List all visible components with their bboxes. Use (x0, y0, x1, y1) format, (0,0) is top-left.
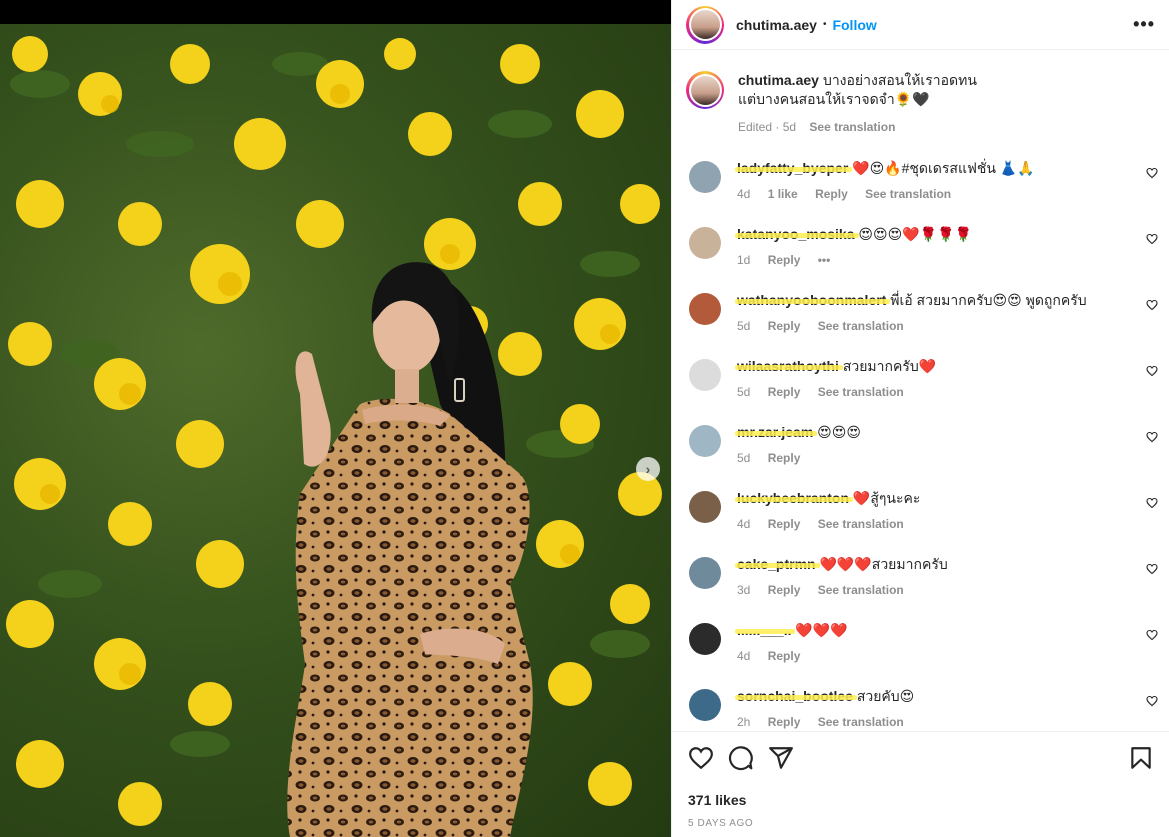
commenter-username[interactable]: ladyfatty_byeper (737, 160, 848, 176)
comment-see-translation[interactable]: See translation (818, 319, 904, 333)
comment-item: cake_ptrmn ❤️❤️❤️สวยมากครับ 3d Reply See… (672, 555, 1169, 621)
caption-text-line-2: แต่บางคนสอนให้เราจดจำ🌻🖤 (738, 91, 930, 107)
caption-username[interactable]: chutima.aey (738, 72, 819, 88)
commenter-avatar[interactable] (689, 227, 721, 259)
comment-time: 3d (737, 583, 751, 597)
comment-time: 4d (737, 649, 751, 663)
comment-text: ❤️❤️❤️สวยมากครับ (819, 556, 948, 572)
commenter-username[interactable]: wilaasrathoythi (737, 358, 839, 374)
comment-item: luckybeebranton ❤️สู้ๆนะคะ 4d Reply See … (672, 489, 1169, 555)
post-timestamp: 5 DAYS AGO (688, 818, 754, 829)
caption-avatar[interactable] (686, 71, 724, 109)
comment-item: katanyoo_mosika 😍😍😍❤️🌹🌹🌹 1d Reply ••• (672, 225, 1169, 291)
comment-list: ladyfatty_byeper ❤️😍🔥#ชุดเดรสแฟชั่น 👗🙏 4… (672, 159, 1169, 731)
comment-see-translation[interactable]: See translation (818, 715, 904, 729)
follow-button[interactable]: Follow (832, 17, 876, 33)
share-icon[interactable] (768, 745, 794, 771)
comment-text: ❤️😍🔥#ชุดเดรสแฟชั่น 👗🙏 (852, 160, 1035, 176)
comment-time: 5d (737, 385, 751, 399)
comment-time: 5d (737, 319, 751, 333)
bookmark-icon[interactable] (1128, 745, 1154, 771)
author-avatar[interactable] (686, 5, 724, 44)
comment-time: 5d (737, 451, 751, 465)
comment-see-translation[interactable]: See translation (865, 187, 951, 201)
comment-item: ladyfatty_byeper ❤️😍🔥#ชุดเดรสแฟชั่น 👗🙏 4… (672, 159, 1169, 225)
commenter-avatar[interactable] (689, 689, 721, 721)
commenter-avatar[interactable] (689, 557, 721, 589)
comment-time: 4d (737, 517, 751, 531)
reply-button[interactable]: Reply (768, 583, 801, 597)
commenter-avatar[interactable] (689, 161, 721, 193)
comment-item: ......___.. ❤️❤️❤️ 4d Reply (672, 621, 1169, 687)
comment-text: 😍😍😍 (817, 424, 861, 440)
reply-button[interactable]: Reply (768, 385, 801, 399)
comments-scroll-area[interactable]: chutima.aey บางอย่างสอนให้เราอดทน แต่บางค… (672, 51, 1169, 731)
reply-button[interactable]: Reply (768, 517, 801, 531)
heart-icon[interactable] (688, 745, 714, 771)
reply-button[interactable]: Reply (768, 319, 801, 333)
commenter-avatar[interactable] (689, 293, 721, 325)
post-photo[interactable]: › (0, 24, 671, 837)
chevron-right-icon: › (645, 461, 651, 477)
comment-text: 😍😍😍❤️🌹🌹🌹 (858, 226, 972, 242)
comment-icon[interactable] (728, 745, 754, 771)
more-horizontal-icon[interactable]: ••• (1133, 14, 1155, 35)
comment-text: ❤️❤️❤️ (795, 622, 848, 638)
reply-button[interactable]: Reply (768, 253, 801, 267)
comment-likes[interactable]: 1 like (768, 187, 798, 201)
caption-edited-time: Edited · 5d (738, 120, 797, 134)
comment-text: สวยมากครับ❤️ (842, 358, 937, 374)
post-header: chutima.aey • Follow ••• (672, 0, 1169, 50)
comment-item: sornchai_bootlee สวยคับ😍 2h Reply See tr… (672, 687, 1169, 731)
comment-like-heart-icon[interactable] (1146, 167, 1158, 179)
commenter-username[interactable]: ......___.. (737, 622, 791, 638)
caption-see-translation[interactable]: See translation (809, 120, 895, 134)
photo-illustration (6, 36, 662, 837)
separator-dot: • (822, 19, 827, 30)
comment-see-translation[interactable]: See translation (818, 517, 904, 531)
caption-text-line-1: บางอย่างสอนให้เราอดทน (822, 72, 977, 88)
comment-text: ❤️สู้ๆนะคะ (852, 490, 921, 506)
commenter-username[interactable]: mr.zar.jeam (737, 424, 813, 440)
comment-like-heart-icon[interactable] (1146, 365, 1158, 377)
comment-see-translation[interactable]: See translation (818, 385, 904, 399)
reply-button[interactable]: Reply (815, 187, 848, 201)
commenter-username[interactable]: luckybeebranton (737, 490, 849, 506)
commenter-avatar[interactable] (689, 425, 721, 457)
commenter-username[interactable]: cake_ptrmn (737, 556, 816, 572)
comment-like-heart-icon[interactable] (1146, 629, 1158, 641)
commenter-username[interactable]: katanyoo_mosika (737, 226, 855, 242)
comment-text: พี่เอ้ สวยมากครับ😍😍 พูดถูกครับ (890, 292, 1087, 308)
comment-like-heart-icon[interactable] (1146, 563, 1158, 575)
post-caption: chutima.aey บางอย่างสอนให้เราอดทน แต่บางค… (672, 51, 1169, 159)
author-username[interactable]: chutima.aey (736, 17, 817, 33)
comment-like-heart-icon[interactable] (1146, 299, 1158, 311)
post-actions: 371 likes 5 DAYS AGO (672, 731, 1169, 829)
comment-like-heart-icon[interactable] (1146, 233, 1158, 245)
like-count[interactable]: 371 likes (688, 792, 1154, 808)
commenter-avatar[interactable] (689, 491, 721, 523)
commenter-username[interactable]: sornchai_bootlee (737, 688, 853, 704)
comment-time: 4d (737, 187, 751, 201)
next-slide-button[interactable]: › (636, 457, 660, 481)
reply-button[interactable]: Reply (768, 715, 801, 729)
comment-see-translation[interactable]: See translation (818, 583, 904, 597)
post-side-panel: chutima.aey • Follow ••• chutima.aey บางอ… (671, 0, 1169, 837)
reply-button[interactable]: Reply (768, 451, 801, 465)
comment-time: 1d (737, 253, 751, 267)
comment-time: 2h (737, 715, 751, 729)
comment-see-translation[interactable]: ••• (818, 253, 831, 267)
reply-button[interactable]: Reply (768, 649, 801, 663)
comment-like-heart-icon[interactable] (1146, 497, 1158, 509)
comment-text: สวยคับ😍 (856, 688, 915, 704)
comment-item: mr.zar.jeam 😍😍😍 5d Reply (672, 423, 1169, 489)
commenter-username[interactable]: wathanyooboonmalert (737, 292, 886, 308)
post-media: › (0, 0, 671, 837)
comment-like-heart-icon[interactable] (1146, 431, 1158, 443)
commenter-avatar[interactable] (689, 623, 721, 655)
comment-like-heart-icon[interactable] (1146, 695, 1158, 707)
comment-item: wilaasrathoythi สวยมากครับ❤️ 5d Reply Se… (672, 357, 1169, 423)
commenter-avatar[interactable] (689, 359, 721, 391)
comment-item: wathanyooboonmalert พี่เอ้ สวยมากครับ😍😍 … (672, 291, 1169, 357)
